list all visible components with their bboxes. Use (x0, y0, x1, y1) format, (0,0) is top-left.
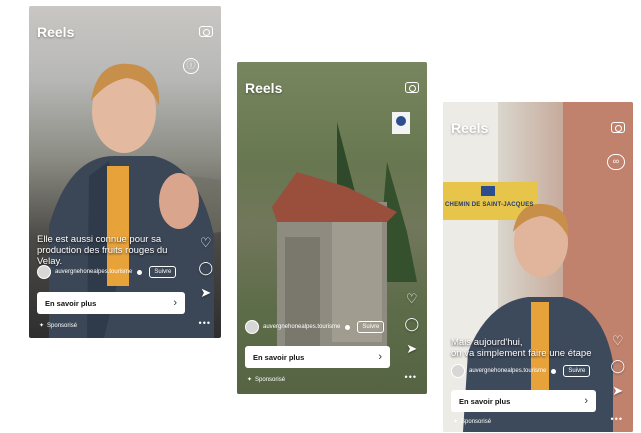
audio-icon[interactable]: ⓘ (183, 58, 199, 74)
account-row: auvergnehonealpes.tourisme Suivre (451, 364, 591, 378)
caption-line: Mais aujourd'hui, (451, 337, 523, 348)
verified-badge-icon (137, 269, 143, 275)
comment-icon[interactable]: ◯ (404, 317, 419, 330)
avatar[interactable] (451, 364, 465, 378)
learn-more-button[interactable]: En savoir plus › (451, 390, 596, 412)
heart-icon[interactable]: ♡ (612, 334, 624, 347)
reel-video-frame (49, 63, 221, 338)
learn-more-label: En savoir plus (45, 298, 97, 308)
send-icon[interactable]: ➤ (200, 286, 211, 299)
more-icon[interactable]: ••• (611, 414, 623, 424)
learn-more-label: En savoir plus (253, 352, 305, 362)
comment-icon[interactable]: ◯ (198, 261, 213, 274)
caption-line: production des fruits rouges du (37, 245, 168, 256)
sign-text: CHEMIN DE SAINT-JACQUES (445, 202, 534, 208)
sponsored-label: ✦ Sponsorisé (39, 322, 78, 330)
action-rail: ♡ ◯ ➤ (404, 292, 419, 355)
account-row: auvergnehonealpes.tourisme Suivre (245, 320, 385, 334)
send-icon[interactable]: ➤ (612, 384, 623, 397)
action-rail: ♡ ◯ ➤ (610, 334, 625, 397)
glasses-icon[interactable]: ∞ (607, 154, 625, 170)
sponsored-label: ✦ Sponsorisé (247, 376, 286, 384)
follow-button[interactable]: Suivre (149, 266, 177, 278)
send-icon[interactable]: ➤ (406, 342, 417, 355)
camera-icon[interactable] (405, 82, 419, 93)
sponsored-label: ✦ Sponsorisé (453, 418, 492, 426)
heart-icon[interactable]: ♡ (406, 292, 418, 305)
learn-more-button[interactable]: En savoir plus › (245, 346, 390, 368)
chevron-right-icon: › (378, 351, 382, 363)
megaphone-icon: ✦ (247, 377, 253, 383)
account-row: auvergnehonealpes.tourisme Suivre (37, 265, 177, 279)
reel-screen-2: Reels auvergnehonealpes.tourisme Suivre … (237, 62, 427, 394)
comment-icon[interactable]: ◯ (610, 359, 625, 372)
heart-icon[interactable]: ♡ (200, 236, 212, 249)
reels-title: Reels (245, 80, 283, 96)
chevron-right-icon: › (173, 297, 177, 309)
more-icon[interactable]: ••• (405, 372, 417, 382)
action-rail: ♡ ◯ ➤ (198, 236, 213, 299)
avatar[interactable] (245, 320, 259, 334)
camera-icon[interactable] (611, 122, 625, 133)
reel-screen-1: Reels ⓘ Elle est aussi connue pour sa pr… (29, 6, 221, 338)
learn-more-label: En savoir plus (459, 396, 511, 406)
follow-button[interactable]: Suivre (563, 365, 591, 377)
verified-badge-icon (345, 324, 351, 330)
caption: Elle est aussi connue pour sa production… (37, 234, 167, 267)
reels-title: Reels (451, 120, 489, 136)
caption: Mais aujourd'hui, on va simplement faire… (451, 337, 591, 359)
avatar[interactable] (37, 265, 51, 279)
caption-line: on va simplement faire une étape (451, 348, 592, 359)
camera-icon[interactable] (199, 26, 213, 37)
chevron-right-icon: › (584, 395, 588, 407)
sponsored-text: Sponsorisé (47, 322, 78, 329)
more-icon[interactable]: ••• (199, 318, 211, 328)
megaphone-icon: ✦ (453, 419, 459, 425)
sponsored-text: Sponsorisé (255, 376, 286, 383)
account-name[interactable]: auvergnehonealpes.tourisme (55, 269, 132, 275)
verified-badge-icon (551, 368, 557, 374)
caption-line: Elle est aussi connue pour sa (37, 234, 162, 245)
account-name[interactable]: auvergnehonealpes.tourisme (263, 324, 340, 330)
sponsored-text: Sponsorisé (461, 418, 492, 425)
learn-more-button[interactable]: En savoir plus › (37, 292, 185, 314)
reel-video-frame (237, 62, 427, 394)
reel-video-frame (443, 102, 633, 432)
megaphone-icon: ✦ (39, 323, 45, 329)
reel-screen-3: Reels ∞ CHEMIN DE SAINT-JACQUES Mais auj… (443, 102, 633, 432)
reels-title: Reels (37, 24, 75, 40)
follow-button[interactable]: Suivre (357, 321, 385, 333)
account-name[interactable]: auvergnehonealpes.tourisme (469, 368, 546, 374)
